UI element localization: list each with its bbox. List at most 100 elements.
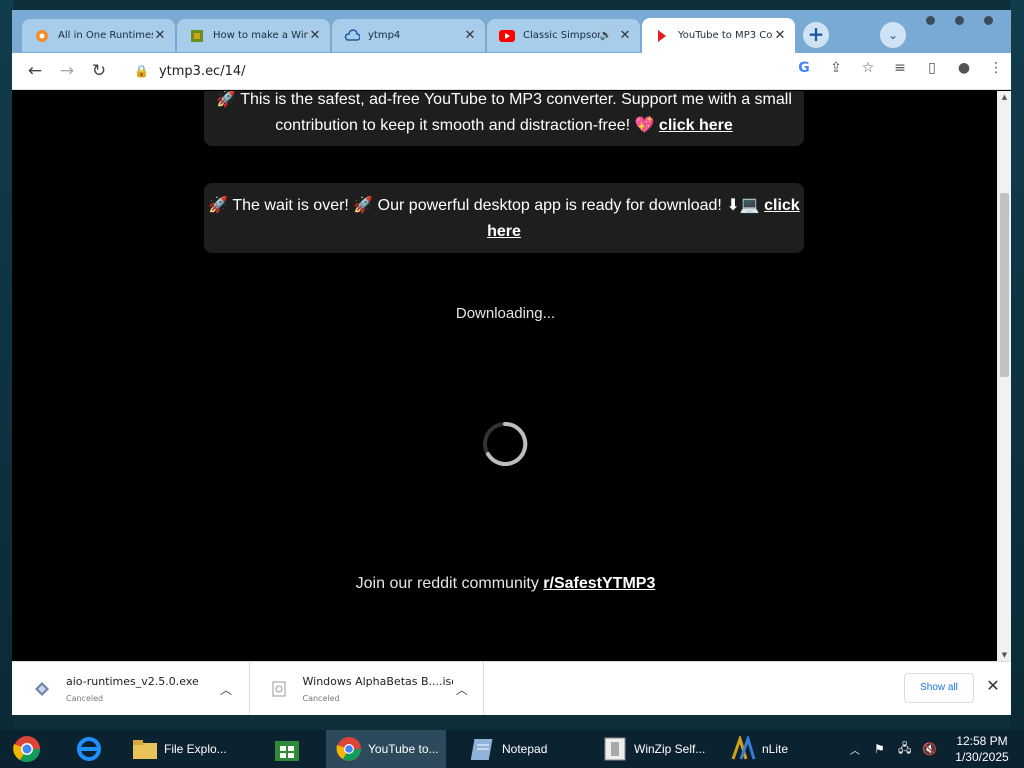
close-icon[interactable]: ✕ [308, 28, 322, 43]
google-icon[interactable]: G [793, 57, 815, 79]
internet-explorer-icon [77, 737, 101, 761]
reddit-link[interactable]: r/SafestYTMP3 [543, 575, 655, 592]
url-text[interactable]: ytmp3.ec/14/ [159, 64, 246, 79]
tab-title: Classic Simpsons [523, 30, 600, 41]
reddit-text: Join our reddit community [355, 575, 539, 592]
taskbar-label: YouTube to... [368, 742, 439, 756]
scroll-thumb[interactable] [1000, 193, 1009, 377]
tab-youtube-to-mp3[interactable]: YouTube to MP3 Co ✕ [642, 18, 795, 53]
reading-list-icon[interactable]: ≡ [889, 57, 911, 79]
tab-all-in-one-runtimes[interactable]: All in One Runtimes ✕ [22, 19, 175, 52]
folder-icon [130, 734, 160, 764]
tab-how-to-make[interactable]: How to make a Win ✕ [177, 19, 330, 52]
download-status: Canceled [66, 694, 104, 703]
taskbar-nlite[interactable]: nLite [724, 730, 824, 768]
speaker-icon[interactable]: 🔊 [600, 30, 612, 41]
maximize-button[interactable] [955, 16, 964, 25]
profile-icon[interactable]: ● [953, 57, 975, 79]
close-window-button[interactable] [984, 16, 993, 25]
chevron-up-icon[interactable]: ︿ [453, 681, 472, 698]
disc-image-file-icon [270, 679, 289, 699]
taskbar-chrome[interactable]: YouTube to... [326, 730, 446, 768]
flag-icon[interactable]: ⚑ [874, 742, 898, 756]
download-shelf: aio-runtimes_v2.5.0.exe Canceled ︿ Windo… [12, 661, 1011, 715]
close-icon[interactable]: ✕ [153, 28, 167, 43]
reddit-community: Join our reddit community r/SafestYTMP3 [14, 575, 997, 593]
store-icon [275, 741, 299, 761]
desktop-app-text: 🚀 The wait is over! 🚀 Our powerful deskt… [208, 197, 760, 214]
internet-explorer-taskbar[interactable] [70, 730, 108, 768]
tab-strip: All in One Runtimes ✕ How to make a Win … [12, 10, 1011, 53]
clock-time: 12:58 PM [956, 734, 1008, 748]
tab-title: ytmp4 [368, 30, 401, 41]
new-tab-button[interactable]: + [803, 22, 829, 48]
download-filename: Windows AlphaBetas B....iso [302, 675, 453, 688]
taskbar-winzip[interactable]: WinZip Self... [596, 730, 714, 768]
winzip-icon [600, 734, 630, 764]
forward-icon[interactable]: → [56, 60, 78, 82]
lock-icon[interactable]: 🔒 [134, 64, 149, 78]
taskbar-label: WinZip Self... [634, 742, 706, 756]
tab-title: YouTube to MP3 Co [678, 30, 773, 41]
taskbar-file-explorer[interactable]: File Explo... [130, 730, 242, 768]
cloud-icon [344, 28, 360, 44]
orange-circle-icon [34, 28, 50, 44]
start-button[interactable] [8, 730, 46, 768]
close-icon[interactable]: ✕ [463, 28, 477, 43]
close-icon[interactable]: ✕ [984, 676, 1002, 695]
side-panel-icon[interactable]: ▯ [921, 57, 943, 79]
loading-spinner-icon [483, 421, 528, 466]
app-icon [189, 28, 205, 44]
menu-icon[interactable]: ⋮ [985, 57, 1007, 79]
chrome-start-icon [13, 736, 41, 763]
speaker-muted-icon[interactable]: 🔇 [922, 742, 946, 756]
scroll-up-icon[interactable]: ▲ [1000, 93, 1009, 101]
tab-classic-simpsons[interactable]: Classic Simpsons 🔊 ✕ [487, 19, 640, 52]
reload-icon[interactable]: ↻ [88, 60, 110, 82]
tab-title: All in One Runtimes [58, 30, 153, 41]
youtube-icon [499, 28, 515, 44]
tab-search-button[interactable]: ⌄ [880, 22, 906, 48]
ytmp3-icon [654, 28, 670, 44]
installer-file-icon [32, 679, 52, 699]
taskbar-label: File Explo... [164, 742, 227, 756]
close-icon[interactable]: ✕ [618, 28, 632, 43]
page-content: 🚀 This is the safest, ad-free YouTube to… [14, 91, 997, 661]
browser-toolbar: ← → ↻ 🔒 ytmp3.ec/14/ G ⇪ ☆ ≡ ▯ ● ⋮ [12, 53, 1011, 90]
close-icon[interactable]: ✕ [773, 28, 787, 43]
vertical-scrollbar[interactable]: ▲ ▼ [997, 91, 1011, 661]
downloading-status: Downloading... [455, 305, 556, 322]
tab-ytmp4[interactable]: ytmp4 ✕ [332, 19, 485, 52]
address-bar[interactable]: 🔒 ytmp3.ec/14/ [124, 57, 812, 85]
download-item[interactable]: Windows AlphaBetas B....iso Canceled ︿ [250, 662, 484, 715]
back-icon[interactable]: ← [24, 60, 46, 82]
show-all-button[interactable]: Show all [904, 673, 974, 703]
download-item[interactable]: aio-runtimes_v2.5.0.exe Canceled ︿ [12, 662, 250, 715]
chevron-up-icon[interactable]: ︿ [850, 742, 864, 757]
chrome-icon [334, 734, 364, 764]
share-icon[interactable]: ⇪ [825, 57, 847, 79]
scroll-down-icon[interactable]: ▼ [1000, 651, 1009, 659]
taskbar: File Explo... YouTube to... Notepad WinZ… [0, 730, 1024, 768]
bookmark-star-icon[interactable]: ☆ [857, 57, 879, 79]
chevron-up-icon[interactable]: ︿ [216, 681, 236, 698]
support-card: 🚀 This is the safest, ad-free YouTube to… [204, 91, 804, 146]
taskbar-label: Notepad [502, 742, 548, 756]
notepad-icon [468, 734, 498, 764]
store-taskbar[interactable] [268, 730, 306, 768]
download-status: Canceled [302, 694, 340, 703]
system-clock[interactable]: 12:58 PM 1/30/2025 [948, 733, 1016, 765]
clock-date: 1/30/2025 [955, 750, 1009, 764]
browser-window: All in One Runtimes ✕ How to make a Win … [12, 10, 1011, 715]
tab-title: How to make a Win [213, 30, 308, 41]
desktop-app-card: 🚀 The wait is over! 🚀 Our powerful deskt… [204, 183, 804, 253]
download-filename: aio-runtimes_v2.5.0.exe [66, 675, 199, 688]
toolbar-icons: G ⇪ ☆ ≡ ▯ ● ⋮ [793, 57, 1007, 79]
taskbar-notepad[interactable]: Notepad [462, 730, 572, 768]
taskbar-label: nLite [762, 742, 789, 756]
support-link[interactable]: click here [659, 117, 733, 134]
minimize-button[interactable] [926, 16, 935, 25]
desktop-right-edge [1010, 0, 1024, 730]
nlite-icon [728, 734, 758, 764]
network-icon[interactable]: 🖧 [898, 739, 922, 760]
